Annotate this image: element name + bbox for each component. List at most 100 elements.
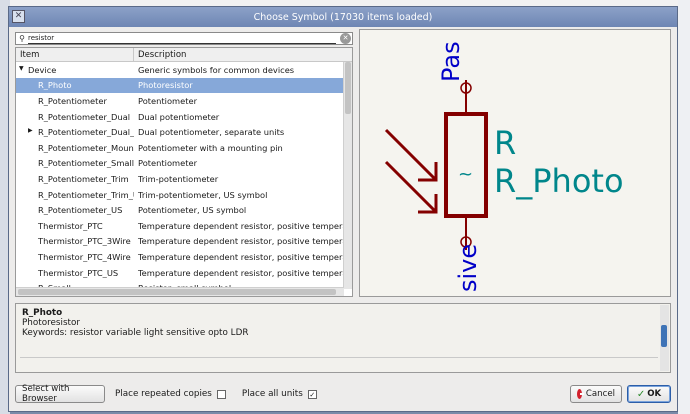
tree-row-item: ▶ R_Potentiometer_Dual_Separate bbox=[16, 127, 134, 137]
tree-row[interactable]: R_Potentiometer_Small Potentiometer bbox=[16, 156, 352, 172]
tree-row[interactable]: R_Potentiometer_US Potentiometer, US symb… bbox=[16, 202, 352, 218]
tree-row-description: Potentiometer bbox=[138, 95, 197, 106]
pin-top-label: Pas bbox=[437, 41, 465, 82]
tree-row-description: Temperature dependent resistor, positive… bbox=[138, 267, 352, 278]
tree-row[interactable]: Thermistor_PTC_US Temperature dependent r… bbox=[16, 265, 352, 281]
tree-rows: ▼ Device Generic symbols for common device… bbox=[16, 62, 352, 296]
tree-row-item: R_Potentiometer_Small bbox=[16, 158, 134, 168]
place-all-units-checkbox[interactable]: Place all units ✓ bbox=[242, 389, 317, 399]
tree-row[interactable]: R_Photo Photoresistor bbox=[16, 77, 352, 94]
tree-row[interactable]: Thermistor_PTC_4Wire Temperature dependen… bbox=[16, 249, 352, 265]
symbol-preview-canvas: Pas sive ~ R R_Photo bbox=[384, 41, 624, 292]
cancel-button[interactable]: Cancel bbox=[570, 385, 622, 403]
body-tilde: ~ bbox=[458, 164, 473, 185]
tree-row[interactable]: Thermistor_PTC Temperature dependent resi… bbox=[16, 218, 352, 234]
window-title: Choose Symbol (17030 items loaded) bbox=[253, 11, 433, 23]
tree-row[interactable]: R_Potentiometer Potentiometer bbox=[16, 93, 352, 109]
column-header-description[interactable]: Description bbox=[134, 48, 186, 61]
place-repeated-copies-box[interactable] bbox=[216, 389, 226, 399]
tree-row-item-label: R_Potentiometer_Dual_Separate bbox=[38, 127, 134, 138]
tree-row-item: Thermistor_PTC_4Wire bbox=[16, 252, 134, 262]
light-arrow-1 bbox=[384, 128, 438, 182]
tree-row-item-label: R_Potentiometer_MountingPin bbox=[38, 142, 134, 153]
tree-row-description: Potentiometer bbox=[138, 158, 197, 169]
tree-row-description: Photoresistor bbox=[138, 80, 193, 91]
tree-horizontal-scrollbar[interactable] bbox=[16, 287, 344, 296]
tree-row-item: Thermistor_PTC_3Wire bbox=[16, 236, 134, 246]
tree-row-item: Thermistor_PTC_US bbox=[16, 268, 134, 278]
ok-button[interactable]: ✓ OK bbox=[627, 385, 671, 403]
cancel-label: Cancel bbox=[585, 389, 615, 399]
tree-row-item-label: Thermistor_PTC_3Wire bbox=[38, 236, 131, 247]
tree-row[interactable]: R_Potentiometer_Trim_US Trim-potentiomete… bbox=[16, 187, 352, 203]
ok-label: OK bbox=[647, 389, 662, 399]
symbol-details: R_Photo Photoresistor Keywords: resistor… bbox=[15, 303, 671, 373]
scroll-thumb[interactable] bbox=[345, 62, 351, 114]
tree-row-item-label: R_Potentiometer_Trim bbox=[38, 173, 129, 184]
search-field[interactable]: ⚲ resistor ✕ bbox=[15, 32, 353, 45]
value-label: R_Photo bbox=[494, 162, 624, 200]
tree-row-item-label: R_Potentiometer_Small bbox=[38, 158, 134, 169]
tree-row-item-label: Thermistor_PTC_4Wire bbox=[38, 251, 131, 262]
scroll-thumb[interactable] bbox=[18, 289, 336, 295]
tree-row[interactable]: R_Potentiometer_Dual Dual potentiometer bbox=[16, 109, 352, 125]
tree-row-description: Potentiometer with a mounting pin bbox=[138, 142, 283, 153]
tree-row-item: R_Potentiometer_Trim_US bbox=[16, 190, 134, 200]
tree-row[interactable]: R_Potentiometer_Trim Trim-potentiometer bbox=[16, 171, 352, 187]
checkmark-icon: ✓ bbox=[636, 388, 646, 400]
tree-row-item-label: R_Potentiometer_Dual bbox=[38, 111, 131, 122]
tree-row-item-label: R_Potentiometer bbox=[38, 95, 107, 106]
tree-row-item-label: R_Photo bbox=[38, 80, 72, 91]
tree-row-item: R_Potentiometer_MountingPin bbox=[16, 143, 134, 153]
close-icon[interactable]: ✕ bbox=[12, 10, 25, 23]
tree-row-item-label: R_Potentiometer_US bbox=[38, 205, 123, 216]
tree-row-item-label: R_Potentiometer_Trim_US bbox=[38, 189, 134, 200]
tree-row-item: R_Potentiometer_Dual bbox=[16, 112, 134, 122]
clear-search-icon[interactable]: ✕ bbox=[340, 33, 351, 44]
search-input[interactable]: resistor bbox=[28, 34, 336, 44]
tree-row-item: ▼ Device bbox=[16, 65, 134, 75]
details-scrollbar[interactable] bbox=[660, 305, 669, 371]
symbol-preview: Pas sive ~ R R_Photo bbox=[359, 29, 671, 297]
tree-row-description: Temperature dependent resistor, positive… bbox=[138, 236, 352, 247]
reference-label: R bbox=[494, 124, 516, 162]
column-header-item[interactable]: Item bbox=[16, 48, 134, 61]
place-repeated-copies-checkbox[interactable]: Place repeated copies bbox=[115, 389, 226, 399]
details-divider bbox=[20, 357, 658, 358]
tree-row-item-label: Thermistor_PTC bbox=[38, 220, 103, 231]
tree-row-description: Trim-potentiometer, US symbol bbox=[138, 189, 268, 200]
choose-symbol-dialog: ✕ Choose Symbol (17030 items loaded) ⚲ r… bbox=[8, 6, 678, 412]
tree-row[interactable]: ▼ Device Generic symbols for common device… bbox=[16, 62, 352, 78]
tree-header: Item Description bbox=[16, 48, 352, 62]
expanded-arrow-icon[interactable]: ▼ bbox=[19, 65, 24, 72]
tree-row[interactable]: R_Potentiometer_MountingPin Potentiometer… bbox=[16, 140, 352, 156]
place-all-units-label: Place all units bbox=[241, 389, 303, 399]
pin-bottom-label: sive bbox=[454, 244, 482, 292]
details-name: R_Photo bbox=[22, 308, 63, 318]
scroll-thumb[interactable] bbox=[661, 325, 667, 347]
place-all-units-box[interactable]: ✓ bbox=[307, 389, 317, 399]
symbol-tree[interactable]: Item Description ▼ Device Generic symbols … bbox=[15, 47, 353, 297]
tree-row-description: Generic symbols for common devices bbox=[138, 64, 295, 75]
tree-row-description: Dual potentiometer bbox=[138, 111, 220, 122]
tree-row-item: R_Potentiometer bbox=[16, 96, 134, 106]
search-icon: ⚲ bbox=[19, 34, 25, 43]
tree-row-description: Temperature dependent resistor, positive… bbox=[138, 251, 352, 262]
tree-row-item-label: Thermistor_PTC_US bbox=[38, 267, 119, 278]
select-with-browser-button[interactable]: Select with Browser bbox=[15, 384, 105, 404]
cancel-icon bbox=[577, 389, 584, 399]
footer-bar: Select with Browser Place repeated copie… bbox=[15, 383, 671, 405]
details-keywords: Keywords: resistor variable light sensit… bbox=[22, 328, 249, 338]
tree-row[interactable]: ▶ R_Potentiometer_Dual_Separate Dual poten… bbox=[16, 124, 352, 140]
tree-row[interactable]: Thermistor_PTC_3Wire Temperature dependen… bbox=[16, 234, 352, 250]
light-arrow-2 bbox=[384, 160, 438, 214]
tree-row-description: Trim-potentiometer bbox=[138, 173, 219, 184]
tree-row-item: R_Photo bbox=[16, 80, 134, 90]
tree-vertical-scrollbar[interactable] bbox=[343, 62, 352, 289]
tree-row-item: R_Potentiometer_Trim bbox=[16, 174, 134, 184]
title-bar[interactable]: ✕ Choose Symbol (17030 items loaded) bbox=[9, 7, 677, 27]
tree-row-item-label: Device bbox=[28, 64, 57, 75]
collapsed-arrow-icon[interactable]: ▶ bbox=[28, 127, 33, 134]
tree-row-description: Temperature dependent resistor, positive… bbox=[138, 220, 352, 231]
background-right-strip bbox=[678, 0, 690, 414]
